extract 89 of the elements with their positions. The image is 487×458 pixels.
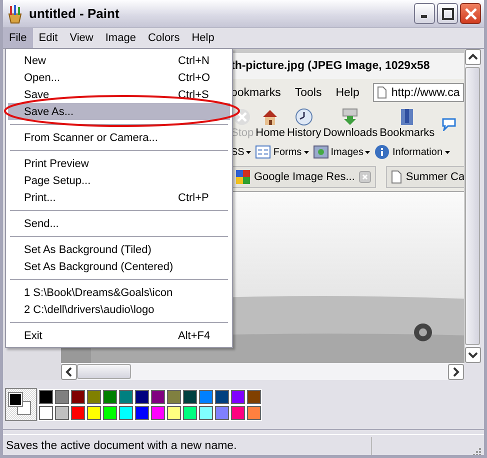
color-swatch[interactable] (39, 390, 53, 404)
menu-item[interactable]: New Ctrl+N (8, 52, 230, 69)
color-swatch[interactable] (135, 406, 149, 420)
scroll-down-icon (464, 347, 480, 363)
menu-item[interactable]: Edit (32, 28, 64, 48)
foreground-color-swatch[interactable] (9, 393, 22, 406)
caret-icon (246, 150, 252, 154)
color-swatch[interactable] (167, 390, 181, 404)
color-swatch[interactable] (247, 406, 261, 420)
google-icon (236, 170, 250, 184)
color-swatch[interactable] (199, 406, 213, 420)
clock-icon (295, 108, 314, 126)
caret-icon (444, 150, 450, 154)
color-swatch[interactable] (71, 390, 85, 404)
window-title: untitled - Paint (29, 6, 120, 21)
menu-item[interactable]: View (64, 28, 100, 48)
color-swatch[interactable] (103, 406, 117, 420)
download-icon (341, 108, 360, 126)
color-swatch[interactable] (247, 390, 261, 404)
caret-icon (365, 150, 370, 154)
toolbar-button-label: Bookmarks (380, 127, 435, 139)
color-swatch[interactable] (231, 406, 245, 420)
scroll-thumb[interactable] (465, 67, 480, 345)
menu-item[interactable]: Help (186, 28, 220, 48)
color-swatch[interactable] (103, 390, 117, 404)
color-swatch[interactable] (55, 390, 69, 404)
menu-item[interactable]: Send... (8, 215, 230, 232)
color-swatch[interactable] (215, 406, 229, 420)
close-icon (358, 171, 371, 183)
color-swatch[interactable] (39, 406, 53, 420)
close-button[interactable] (460, 3, 481, 24)
menu-item[interactable]: 1 S:\Book\Dreams&Goals\icon (8, 284, 230, 301)
maximize-button[interactable] (437, 3, 458, 24)
menu-item[interactable]: Save Ctrl+S (8, 86, 230, 103)
menu-item[interactable]: Set As Background (Tiled) (8, 241, 230, 258)
menu-item[interactable]: Open... Ctrl+O (8, 69, 230, 86)
scroll-thumb[interactable] (77, 364, 131, 379)
toolbar-menu-label: Forms (273, 146, 302, 158)
color-swatch[interactable] (151, 406, 165, 420)
caret-icon (304, 150, 309, 154)
page-icon (390, 170, 402, 184)
toolbar-menu-label: Information (392, 146, 443, 158)
address-text: http://www.ca (391, 86, 460, 98)
color-swatch[interactable] (71, 406, 85, 420)
color-swatch[interactable] (183, 406, 197, 420)
menu-item[interactable]: 2 C:\dell\drivers\audio\logo (8, 301, 230, 318)
paint-brushes-icon (6, 4, 24, 24)
color-swatch[interactable] (87, 390, 101, 404)
color-swatch[interactable] (135, 390, 149, 404)
menu-item[interactable]: Exit Alt+F4 (8, 327, 230, 344)
info-icon (374, 144, 390, 160)
toolbar-button-label: History (286, 127, 322, 139)
menu-item[interactable]: Image (99, 28, 142, 48)
resize-grip-icon[interactable] (472, 447, 482, 455)
close-icon (464, 8, 476, 20)
menu-item[interactable]: Page Setup... (8, 172, 230, 189)
color-swatch[interactable] (215, 390, 229, 404)
toolbar-menu-label: Images (330, 146, 364, 158)
menu-item[interactable]: Print... Ctrl+P (8, 189, 230, 206)
minimize-button[interactable] (414, 3, 435, 24)
horizontal-scrollbar[interactable] (61, 363, 464, 380)
color-swatch[interactable] (199, 390, 213, 404)
form-icon (255, 145, 272, 159)
speech-bubble-icon (440, 116, 457, 130)
browser-window-title: th-picture.jpg (JPEG Image, 1029x58 (231, 60, 430, 72)
color-swatch[interactable] (55, 406, 69, 420)
scroll-left-icon (61, 364, 77, 380)
home-icon (261, 108, 280, 126)
scroll-right-icon (448, 364, 464, 380)
menu-item[interactable]: Save As... (8, 103, 230, 120)
menu-item[interactable]: Colors (142, 28, 186, 48)
menu-item[interactable]: From Scanner or Camera... (8, 129, 230, 146)
maximize-icon (442, 8, 454, 20)
menu-item[interactable]: File (3, 28, 33, 48)
color-swatch[interactable] (231, 390, 245, 404)
status-text: Saves the active document with a new name. (5, 440, 238, 452)
menu-item[interactable]: Print Preview (8, 155, 230, 172)
color-swatch[interactable] (119, 390, 133, 404)
color-swatch[interactable] (167, 406, 181, 420)
color-swatch[interactable] (119, 406, 133, 420)
toolbar-button-label: Downloads (323, 127, 378, 139)
toolbar-button-label: Home (256, 127, 285, 139)
color-swatch[interactable] (87, 406, 101, 420)
color-swatch[interactable] (151, 390, 165, 404)
page-icon (377, 86, 388, 99)
color-swatch[interactable] (183, 390, 197, 404)
vertical-scrollbar[interactable] (464, 49, 480, 363)
menu-item[interactable]: Set As Background (Centered) (8, 258, 230, 275)
image-icon (312, 145, 329, 159)
